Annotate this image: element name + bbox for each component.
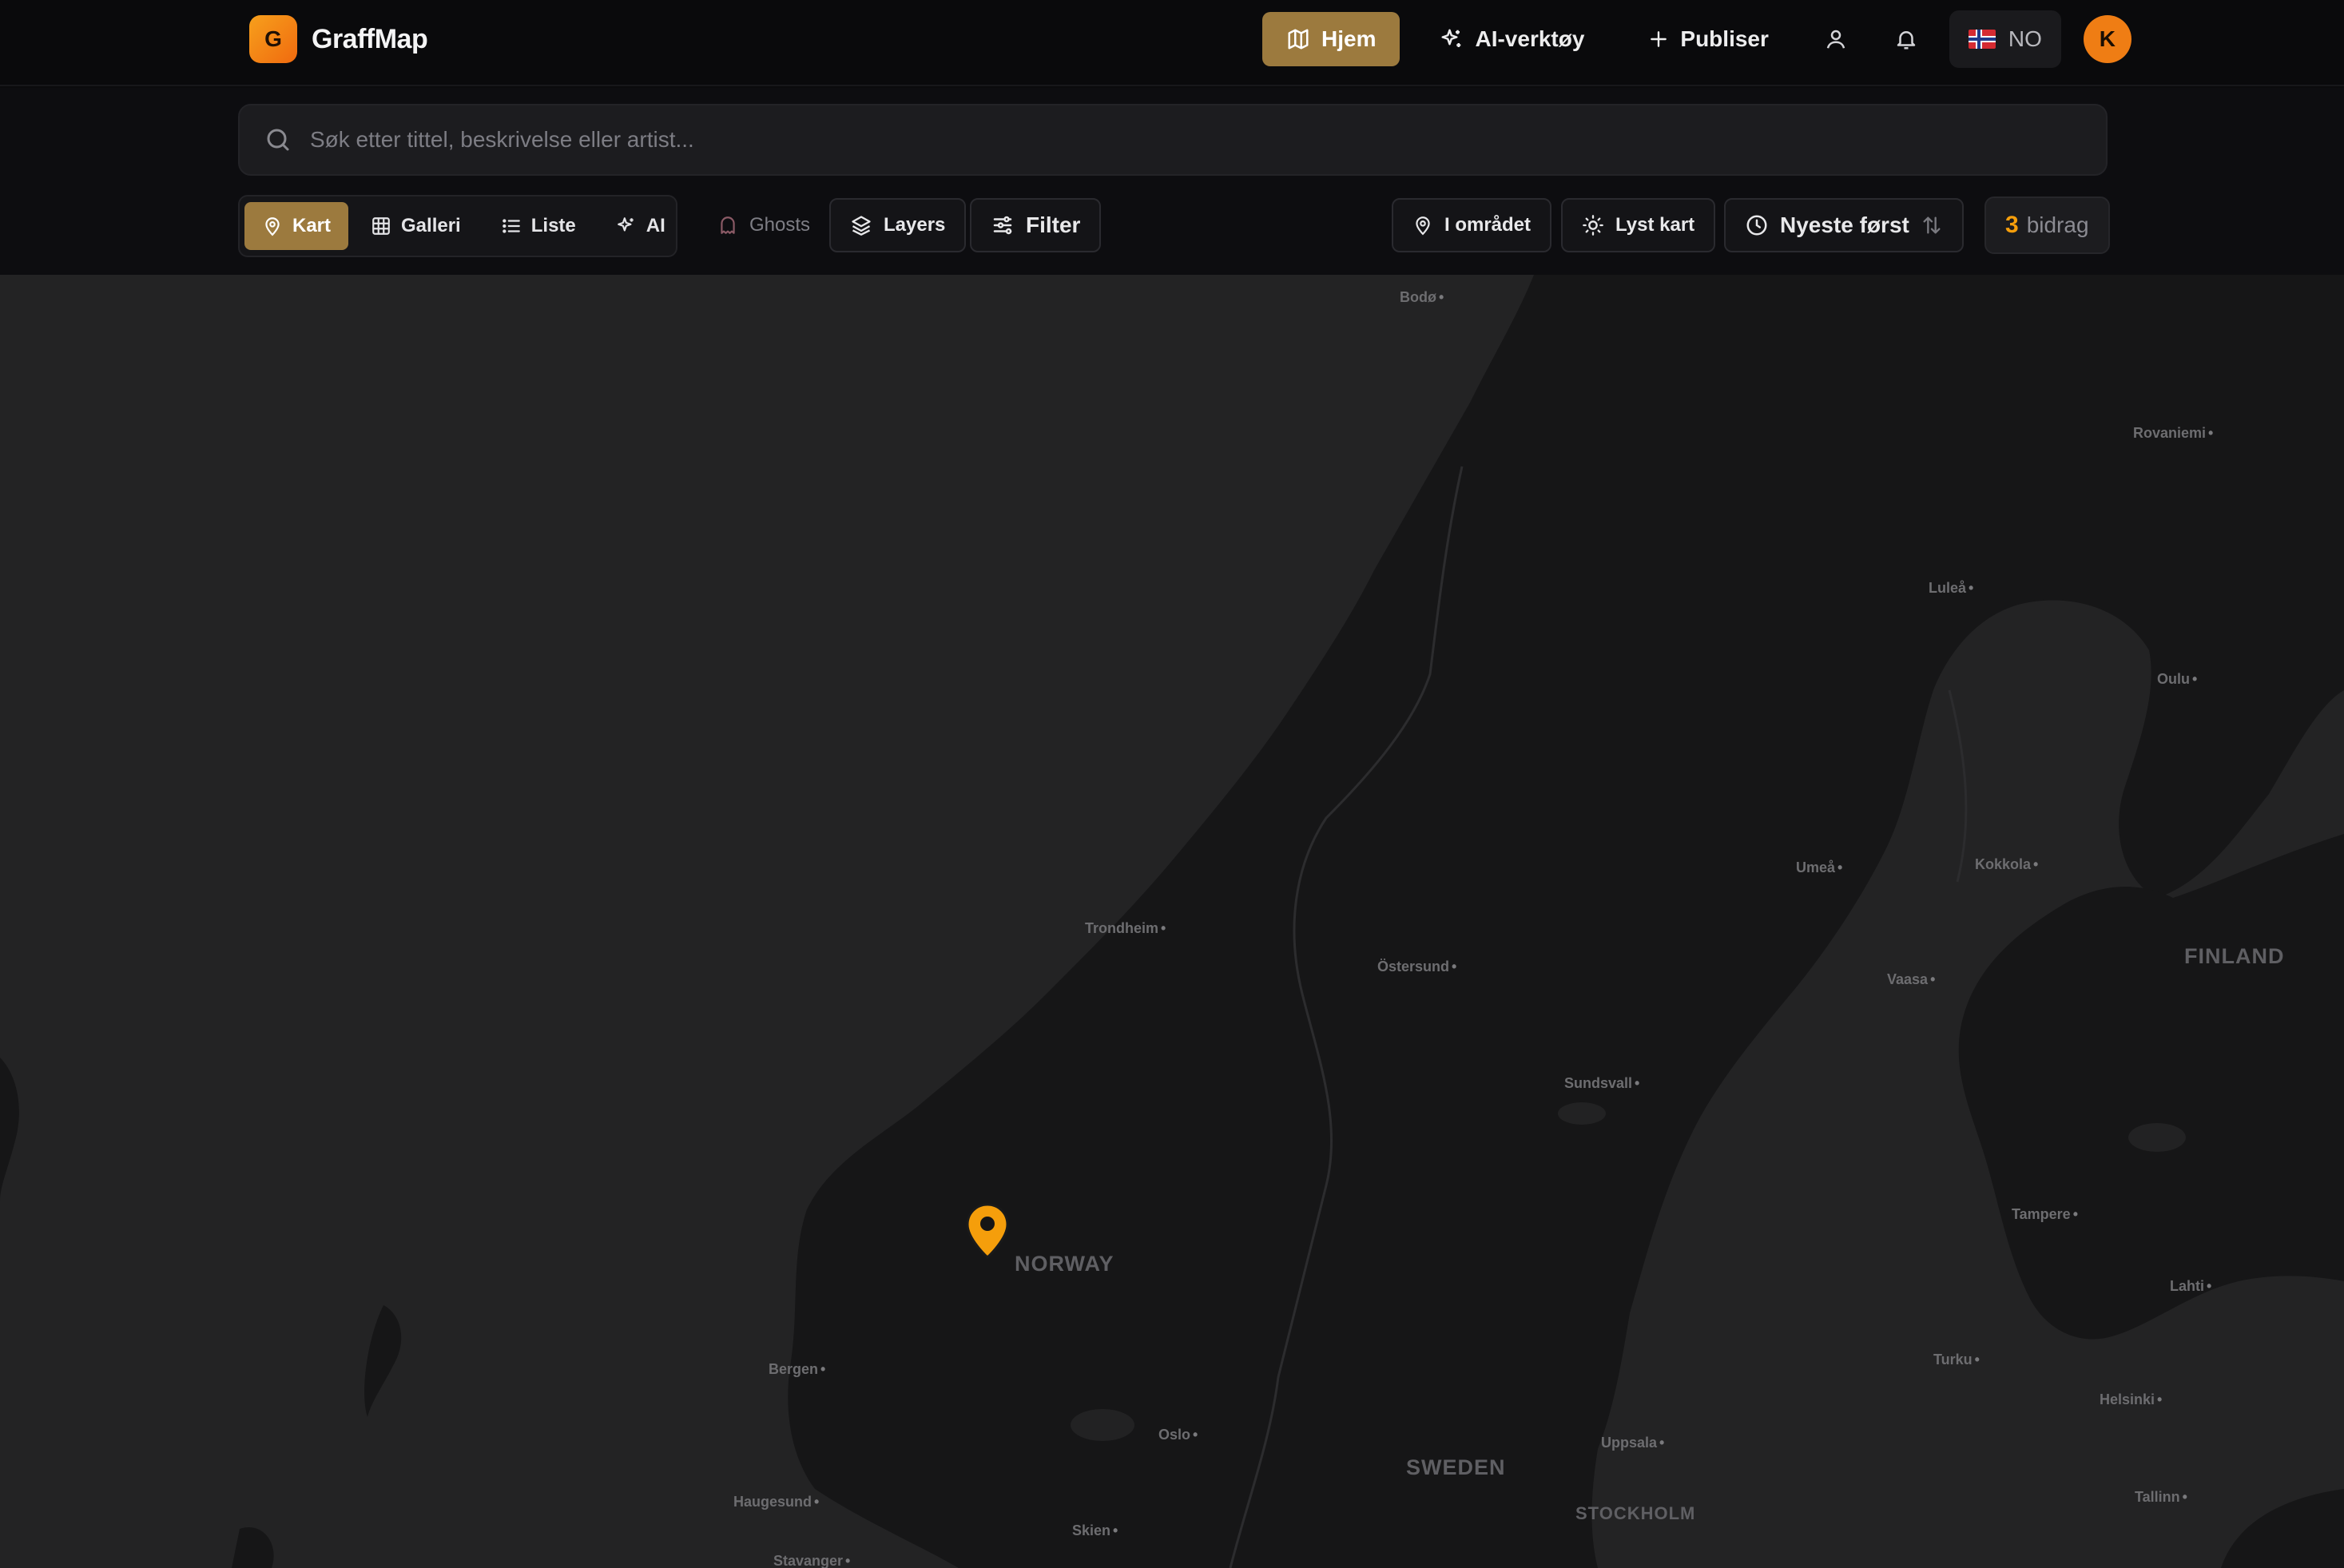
- profile-button[interactable]: [1809, 12, 1863, 66]
- city-label: Rovaniemi: [2133, 425, 2213, 442]
- city-label: Kokkola: [1975, 856, 2038, 873]
- map-pin-icon: [262, 216, 283, 236]
- grid-icon: [371, 216, 391, 236]
- nav-home-label: Hjem: [1321, 26, 1377, 51]
- filter-label: Filter: [1026, 212, 1081, 237]
- city-label: Tallinn: [2135, 1489, 2187, 1506]
- city-label: Bergen: [769, 1361, 825, 1378]
- nav-home-button[interactable]: Hjem: [1262, 12, 1400, 66]
- notifications-button[interactable]: [1879, 12, 1933, 66]
- logo-badge: G: [249, 15, 297, 63]
- search-icon: [264, 125, 292, 154]
- city-label: Uppsala: [1601, 1435, 1664, 1451]
- language-selector[interactable]: NO: [1949, 10, 2061, 68]
- sliders-icon: [991, 213, 1015, 237]
- layers-icon: [850, 214, 872, 236]
- country-label: SWEDEN: [1406, 1455, 1506, 1479]
- user-icon: [1824, 27, 1848, 51]
- view-gallery-button[interactable]: Galleri: [353, 202, 479, 250]
- city-label: Östersund: [1377, 959, 1456, 975]
- layers-label: Layers: [884, 214, 946, 236]
- map-pin-icon: [1412, 215, 1433, 236]
- in-area-label: I området: [1444, 214, 1532, 236]
- artwork-map-marker[interactable]: [965, 1203, 1010, 1259]
- nav-ai-tools-button[interactable]: AI-verktøy: [1416, 12, 1608, 66]
- map-land-layer: [0, 275, 2344, 1568]
- plus-icon: [1648, 29, 1669, 50]
- language-label: NO: [2008, 26, 2042, 51]
- map-icon: [1286, 27, 1310, 51]
- view-ai-button[interactable]: AI: [598, 202, 683, 250]
- view-map-label: Kart: [292, 215, 332, 236]
- country-label: NORWAY: [1015, 1252, 1114, 1276]
- map-pin-icon: [966, 1203, 1009, 1259]
- city-label: Sundsvall: [1564, 1075, 1639, 1092]
- sparkles-icon: [1440, 27, 1464, 51]
- search-input[interactable]: [310, 127, 2068, 153]
- user-avatar[interactable]: K: [2083, 15, 2131, 63]
- norway-flag-icon: [1968, 30, 1996, 49]
- bell-icon: [1894, 27, 1918, 51]
- sort-dropdown[interactable]: Nyeste først: [1724, 198, 1964, 252]
- city-label: Vaasa: [1887, 971, 1935, 988]
- city-label: Haugesund: [733, 1494, 819, 1510]
- view-ai-label: AI: [646, 215, 665, 236]
- sparkles-icon: [616, 216, 637, 236]
- city-label: Helsinki: [2100, 1391, 2162, 1408]
- search-box: [238, 104, 2108, 176]
- contribution-count-badge: 3 bidrag: [1984, 196, 2110, 254]
- clock-icon: [1745, 213, 1769, 237]
- nav-publish-button[interactable]: Publiser: [1624, 12, 1792, 66]
- sort-label: Nyeste først: [1780, 212, 1909, 237]
- list-icon: [501, 216, 522, 236]
- view-gallery-label: Galleri: [401, 215, 461, 236]
- light-map-toggle[interactable]: Lyst kart: [1561, 198, 1716, 252]
- view-mode-switcher: Kart Galleri Liste AI: [238, 195, 677, 257]
- city-label: Stavanger: [773, 1553, 850, 1568]
- layers-button[interactable]: Layers: [829, 198, 967, 252]
- city-label: Lahti: [2170, 1278, 2211, 1295]
- view-map-button[interactable]: Kart: [244, 202, 349, 250]
- city-label: Oulu: [2157, 671, 2197, 688]
- in-area-button[interactable]: I området: [1392, 198, 1552, 252]
- view-list-button[interactable]: Liste: [483, 202, 594, 250]
- top-navigation-bar: G GraffMap Hjem AI-verktøy Publiser NO K: [0, 0, 2344, 86]
- city-label: Luleå: [1929, 580, 1973, 597]
- capital-label: STOCKHOLM: [1575, 1503, 1696, 1523]
- view-list-label: Liste: [530, 215, 576, 236]
- city-label: Skien: [1072, 1522, 1118, 1539]
- city-label: Umeå: [1796, 859, 1842, 876]
- sort-arrows-icon: [1921, 214, 1943, 236]
- light-map-label: Lyst kart: [1615, 214, 1695, 236]
- city-label: Oslo: [1158, 1427, 1198, 1443]
- city-label: Bodø: [1400, 289, 1444, 306]
- map-canvas[interactable]: NORWAY SWEDEN FINLAND Bodø Rovaniemi Lul…: [0, 275, 2344, 1568]
- contribution-count: 3: [2005, 212, 2019, 238]
- city-label: Turku: [1933, 1352, 1980, 1368]
- ghosts-label: Ghosts: [749, 214, 811, 236]
- filter-button[interactable]: Filter: [970, 198, 1102, 252]
- city-label: Tampere: [2012, 1206, 2078, 1223]
- ghosts-toggle[interactable]: Ghosts: [697, 198, 831, 252]
- search-and-filter-bar: Kart Galleri Liste AI Ghosts: [0, 88, 2344, 275]
- nav-ai-tools-label: AI-verktøy: [1475, 26, 1585, 51]
- contribution-count-label: bidrag: [2026, 212, 2089, 237]
- sun-icon: [1582, 214, 1604, 236]
- country-label: FINLAND: [2184, 944, 2285, 968]
- app-logo[interactable]: G GraffMap: [249, 15, 428, 63]
- ghost-icon: [717, 215, 738, 236]
- nav-publish-label: Publiser: [1680, 26, 1769, 51]
- main-nav: Hjem AI-verktøy Publiser NO K: [1262, 10, 2131, 68]
- app-name: GraffMap: [312, 23, 428, 54]
- city-label: Trondheim: [1085, 920, 1166, 937]
